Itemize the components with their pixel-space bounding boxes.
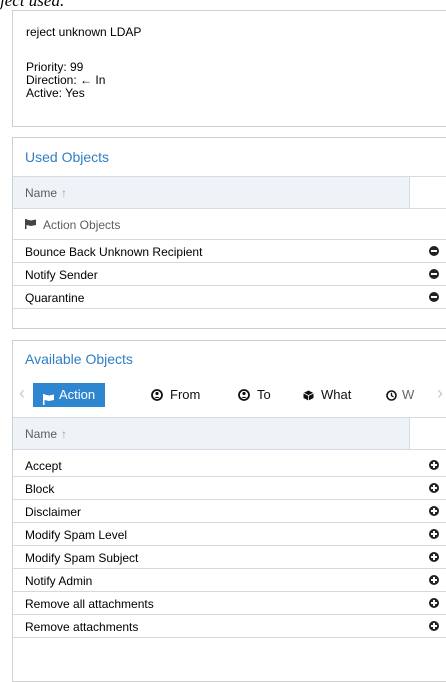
object-name: Modify Spam Subject — [25, 551, 139, 565]
used-objects-title: Used Objects — [25, 149, 110, 165]
available-object-row[interactable]: Modify Spam Level — [13, 523, 446, 546]
object-type-tabs: ‹ Action From To What W › — [13, 379, 446, 409]
used-object-row[interactable]: Notify Sender — [13, 263, 446, 286]
clock-icon — [386, 385, 397, 409]
tab-from[interactable]: From — [151, 383, 200, 407]
add-icon[interactable] — [429, 598, 439, 608]
active-text: Active: Yes — [26, 86, 85, 100]
package-icon — [303, 385, 314, 409]
available-object-row[interactable]: Disclaimer — [13, 500, 446, 523]
tab-label: What — [321, 387, 352, 402]
object-name: Remove all attachments — [25, 597, 154, 611]
available-object-row[interactable]: Remove attachments — [13, 615, 446, 638]
grid-header-filler — [410, 176, 446, 209]
object-name: Modify Spam Level — [25, 528, 128, 542]
object-name: Remove attachments — [25, 620, 139, 634]
add-icon[interactable] — [429, 575, 439, 585]
column-label: Name ↑ — [25, 186, 67, 200]
add-icon[interactable] — [429, 552, 439, 562]
used-name-column-header[interactable]: Name ↑ — [13, 176, 410, 209]
tab-when[interactable]: W — [386, 383, 414, 407]
user-icon — [151, 385, 163, 409]
object-name: Accept — [25, 459, 62, 473]
rule-summary-panel: reject unknown LDAP Priority: 99 Directi… — [12, 10, 446, 127]
group-label: Action Objects — [43, 218, 121, 232]
column-name: Name — [25, 427, 58, 441]
direction-arrow-icon: ← — [80, 73, 93, 87]
object-name: Bounce Back Unknown Recipient — [25, 245, 203, 259]
sort-ascending-icon: ↑ — [61, 186, 68, 200]
available-object-row[interactable]: Notify Admin — [13, 569, 446, 592]
used-object-row[interactable]: Quarantine — [13, 286, 446, 309]
object-name: Notify Admin — [25, 574, 93, 588]
available-object-row[interactable]: Accept — [13, 454, 446, 477]
scroll-left-icon[interactable]: ‹ — [19, 383, 25, 404]
used-objects-panel: Used Objects Name ↑ Action Objects Bounce… — [12, 137, 446, 329]
remove-icon[interactable] — [429, 292, 439, 302]
tab-to[interactable]: To — [238, 383, 271, 407]
used-object-row[interactable]: Bounce Back Unknown Recipient — [13, 240, 446, 263]
flag-icon — [25, 219, 37, 229]
add-icon[interactable] — [429, 621, 439, 631]
object-name: Block — [25, 482, 55, 496]
tab-label: W — [402, 387, 415, 402]
available-objects-title: Available Objects — [25, 351, 133, 367]
direction-value: In — [95, 73, 106, 87]
available-objects-panel: Available Objects ‹ Action From To What — [12, 340, 446, 682]
action-objects-group[interactable]: Action Objects — [13, 209, 446, 240]
add-icon[interactable] — [429, 483, 439, 493]
direction-label: Direction: — [26, 73, 77, 87]
tab-label: From — [170, 387, 201, 402]
tab-what[interactable]: What — [303, 383, 351, 407]
column-name: Name — [25, 186, 58, 200]
available-object-row[interactable]: Modify Spam Subject — [13, 546, 446, 569]
tab-action[interactable]: Action — [33, 383, 106, 407]
add-icon[interactable] — [429, 460, 439, 470]
grid-header-filler — [410, 417, 446, 450]
tab-label: To — [257, 387, 271, 402]
remove-icon[interactable] — [429, 269, 439, 279]
object-name: Notify Sender — [25, 268, 98, 282]
object-name: Quarantine — [25, 291, 85, 305]
available-object-row[interactable]: Remove all attachments — [13, 592, 446, 615]
scroll-right-icon[interactable]: › — [437, 383, 443, 404]
user-icon — [238, 385, 250, 409]
tab-label: Action — [59, 387, 96, 402]
remove-icon[interactable] — [429, 246, 439, 256]
rule-properties: Priority: 99 Direction: ← In Active: Yes — [26, 61, 105, 100]
available-object-row[interactable]: Block — [13, 477, 446, 500]
object-name: Disclaimer — [25, 505, 82, 519]
sort-ascending-icon: ↑ — [61, 427, 68, 441]
column-label: Name ↑ — [25, 427, 67, 441]
flag-icon — [43, 389, 55, 413]
add-icon[interactable] — [429, 529, 439, 539]
available-name-column-header[interactable]: Name ↑ — [13, 417, 410, 450]
add-icon[interactable] — [429, 506, 439, 516]
rule-title: reject unknown LDAP — [26, 25, 142, 39]
